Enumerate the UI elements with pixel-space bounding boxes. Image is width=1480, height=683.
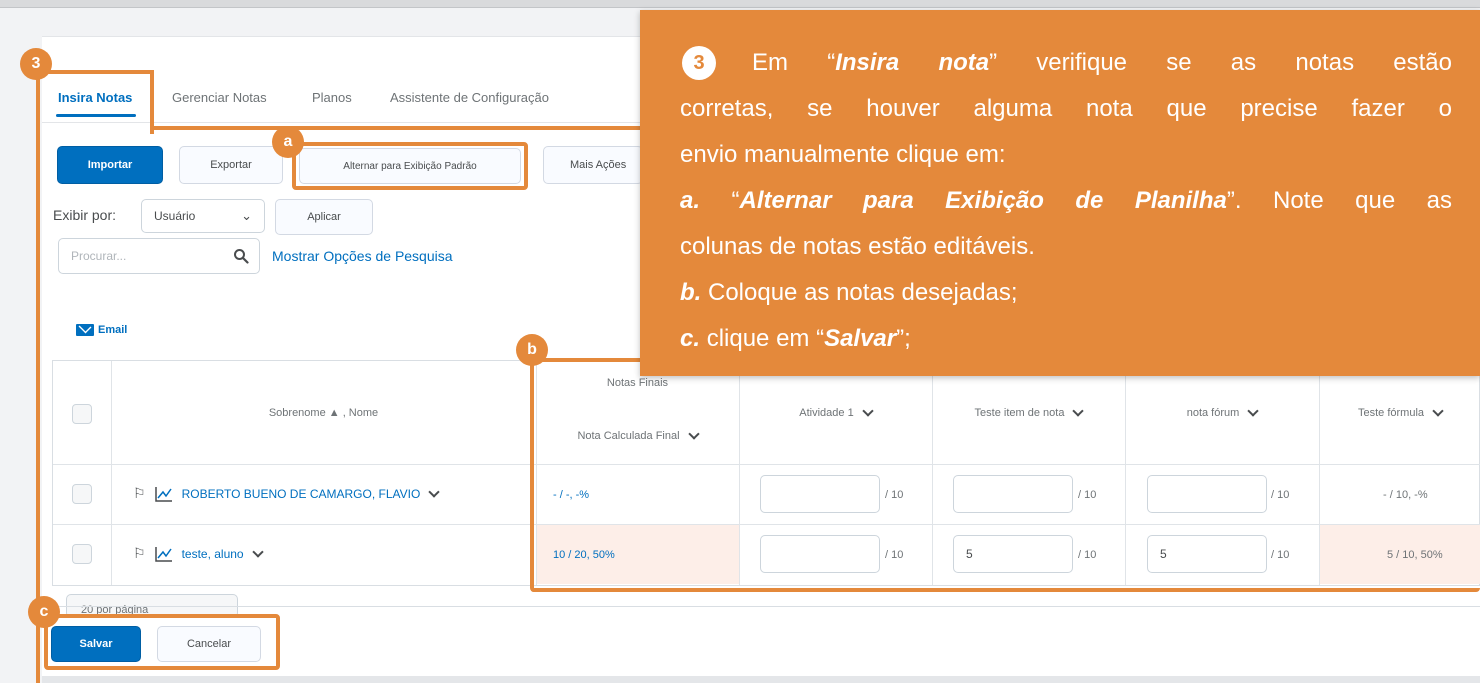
student-name-link[interactable]: ROBERTO BUENO DE CAMARGO, FLAVIO — [182, 487, 421, 501]
step-badge-c: c — [28, 596, 60, 628]
annotation-frame-tab — [36, 70, 154, 134]
annotation-frame-c — [44, 614, 280, 670]
search-icon[interactable] — [233, 248, 249, 264]
table-row: ⚐ ROBERTO BUENO DE CAMARGO, FLAVIO — [133, 485, 440, 502]
step-badge-3: 3 — [20, 48, 52, 80]
email-button[interactable]: Email — [76, 324, 127, 336]
callout-line-2: corretas, se houver alguma nota que prec… — [680, 95, 1452, 122]
annotation-frame-a — [292, 142, 528, 190]
callout-line-3: envio manualmente clique em: — [680, 141, 1006, 168]
callout-line-7: c. clique em “Salvar”; — [680, 325, 911, 352]
import-button[interactable]: Importar — [57, 146, 163, 184]
instruction-callout: 3 Em “Insira nota” verifique se as notas… — [640, 10, 1480, 376]
chevron-down-icon: ⌄ — [241, 208, 252, 223]
browser-top-edge — [0, 0, 1480, 8]
stats-icon[interactable] — [154, 546, 174, 562]
step-badge-b: b — [516, 334, 548, 366]
view-by-select[interactable]: Usuário ⌄ — [141, 199, 265, 233]
flag-icon[interactable]: ⚐ — [133, 545, 146, 562]
tab-planos[interactable]: Planos — [312, 90, 352, 105]
annotation-frame-b — [530, 358, 1480, 592]
student-name-link[interactable]: teste, aluno — [182, 547, 244, 561]
footer-divider — [42, 606, 1480, 607]
row-checkbox[interactable] — [72, 544, 92, 564]
envelope-icon — [76, 324, 94, 336]
callout-line-4: a. “Alternar para Exibição de Planilha”.… — [680, 187, 1453, 214]
email-label: Email — [98, 324, 128, 336]
annotation-frame-tab-line — [150, 126, 642, 134]
flag-icon[interactable]: ⚐ — [133, 485, 146, 502]
row-checkbox[interactable] — [72, 484, 92, 504]
name-column-header[interactable]: Sobrenome ▲ , Nome — [111, 361, 536, 464]
tab-assistente-configuracao[interactable]: Assistente de Configuração — [390, 90, 549, 105]
export-button[interactable]: Exportar — [179, 146, 283, 184]
chevron-down-icon[interactable] — [251, 545, 264, 558]
step-badge-a: a — [272, 126, 304, 158]
search-placeholder: Procurar... — [71, 249, 127, 263]
callout-line-5: colunas de notas estão editáveis. — [680, 233, 1035, 260]
apply-button[interactable]: Aplicar — [275, 199, 373, 235]
tab-gerenciar-notas[interactable]: Gerenciar Notas — [172, 90, 267, 105]
view-by-label: Exibir por: — [53, 207, 117, 223]
select-all-checkbox[interactable] — [72, 404, 92, 424]
stats-icon[interactable] — [154, 486, 174, 502]
callout-line-6: b. Coloque as notas desejadas; — [680, 279, 1018, 306]
table-row: ⚐ teste, aluno — [133, 545, 264, 562]
chevron-down-icon[interactable] — [428, 485, 440, 498]
horizontal-scrollbar[interactable] — [42, 676, 1480, 683]
callout-step-number: 3 — [682, 46, 716, 80]
show-search-options-link[interactable]: Mostrar Opções de Pesquisa — [272, 248, 453, 264]
view-by-value: Usuário — [154, 209, 196, 223]
callout-line-1: Em “Insira nota” verifique se as notas e… — [752, 49, 1452, 76]
annotation-frame-3-left — [36, 70, 44, 683]
search-input[interactable]: Procurar... — [58, 238, 260, 274]
more-actions-button[interactable]: Mais Ações — [543, 146, 643, 184]
